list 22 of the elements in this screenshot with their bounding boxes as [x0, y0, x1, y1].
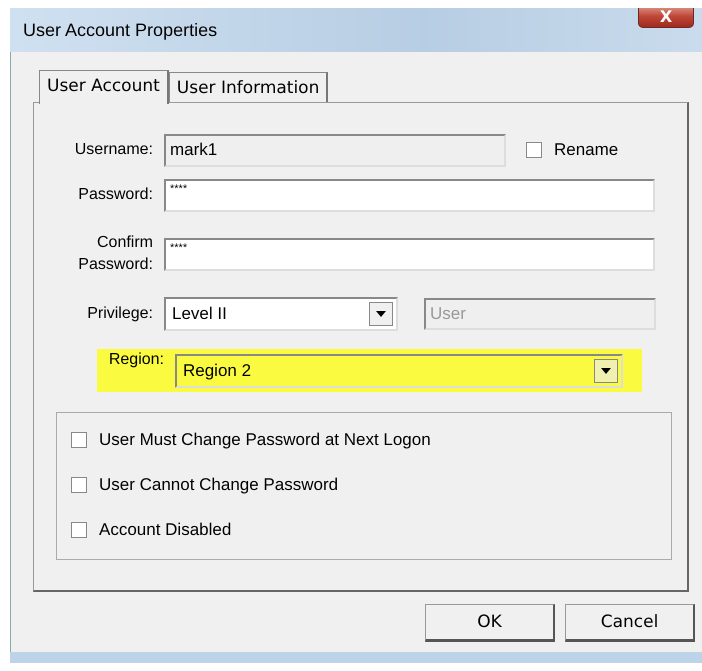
field-label: Username: [74, 141, 154, 159]
tab[interactable]: User Account [39, 70, 169, 104]
window-title: User Account Properties [22, 20, 218, 40]
checkbox-label: Account Disabled [99, 520, 232, 540]
dialog-button[interactable]: OK [425, 604, 555, 642]
checkbox-label: Rename [554, 140, 618, 160]
dropdown[interactable]: Level II [164, 297, 398, 331]
field-label: Password: [77, 186, 154, 204]
checkbox[interactable] [71, 432, 87, 448]
field-label: Confirm Password: [77, 233, 154, 275]
dialog-button[interactable]: Cancel [565, 604, 695, 642]
checkbox-label: User Must Change Password at Next Logon [99, 430, 431, 450]
field-label: Region: [108, 350, 165, 369]
checkbox[interactable] [71, 522, 87, 538]
tab[interactable]: User Information [168, 72, 328, 102]
field-label: Privilege: [86, 305, 154, 323]
input-field[interactable]: **** [164, 238, 655, 270]
checkbox-label: User Cannot Change Password [99, 475, 338, 495]
input-field[interactable]: **** [164, 178, 655, 212]
checkbox[interactable] [71, 477, 87, 493]
dropdown[interactable]: Region 2 [175, 354, 623, 388]
close-button[interactable]: X [638, 8, 694, 28]
